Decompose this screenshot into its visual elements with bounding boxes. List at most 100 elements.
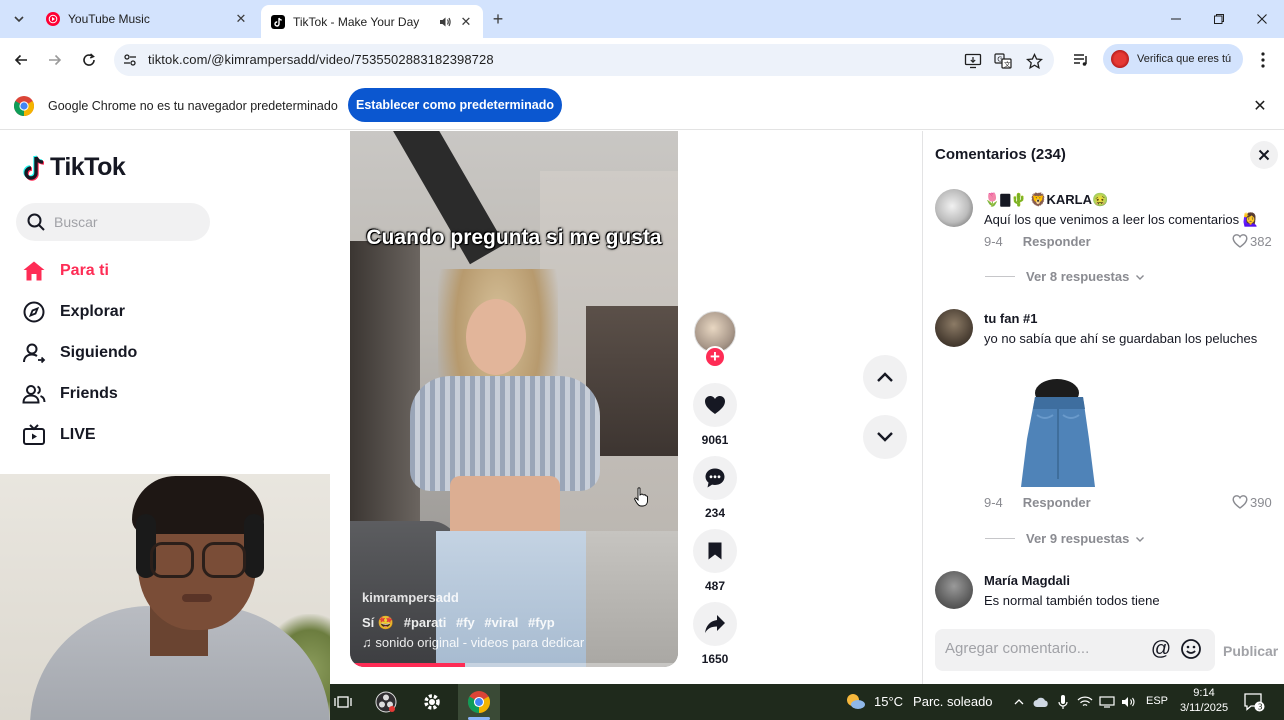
speaker-icon[interactable]: [437, 14, 453, 30]
forward-button[interactable]: [42, 47, 68, 73]
nav-label: Explorar: [60, 303, 125, 320]
minimize-icon: [1171, 18, 1181, 20]
hashtag-link[interactable]: #fyp: [528, 615, 555, 630]
comment-like-button[interactable]: 382: [1232, 233, 1272, 249]
reply-button[interactable]: Responder: [1023, 234, 1091, 249]
emoji-icon[interactable]: [1180, 638, 1202, 660]
tab-close-button[interactable]: ✕: [232, 10, 250, 28]
video-person-face: [466, 299, 526, 375]
hashtag-link[interactable]: #viral: [484, 615, 518, 630]
reply-button[interactable]: Responder: [1023, 495, 1091, 510]
bookmark-star-icon[interactable]: [1024, 51, 1044, 71]
tab-close-button[interactable]: ✕: [457, 13, 475, 31]
hashtag-link[interactable]: #parati: [404, 615, 447, 630]
chevron-up-icon[interactable]: [1008, 693, 1030, 711]
nav-item-friends[interactable]: Friends: [22, 379, 118, 409]
system-clock[interactable]: 9:14 3/11/2025: [1178, 686, 1230, 716]
obs-app-icon[interactable]: [373, 689, 399, 715]
reload-button[interactable]: [76, 47, 102, 73]
cloud-icon[interactable]: [1030, 693, 1052, 711]
weather-widget[interactable]: 15°C Parc. soleado: [844, 692, 993, 710]
bookmark-icon: [708, 542, 722, 560]
commenter-name[interactable]: 🌷🀫🌵 🦁KARLA🤢: [984, 192, 1108, 208]
description-text: Sí 🤩: [362, 615, 395, 630]
language-indicator[interactable]: ESP: [1146, 695, 1168, 707]
video-description: Sí 🤩 #parati #fy #viral #fyp: [362, 615, 555, 631]
commenter-name[interactable]: María Magdali: [984, 573, 1070, 588]
system-tray: [1008, 693, 1140, 711]
view-replies-button[interactable]: Ver 9 respuestas: [985, 531, 1145, 546]
tab-search-button[interactable]: [8, 8, 30, 30]
search-box[interactable]: [16, 203, 210, 241]
network-icon[interactable]: [1074, 693, 1096, 711]
notification-center-button[interactable]: 3: [1242, 691, 1266, 713]
nav-item-explorar[interactable]: Explorar: [22, 297, 125, 327]
tiktok-logo[interactable]: TikTok: [22, 153, 126, 182]
chrome-menu-button[interactable]: [1252, 49, 1274, 71]
arrow-right-icon: [49, 54, 62, 66]
follow-button[interactable]: +: [704, 346, 726, 368]
youtube-music-icon: [46, 12, 60, 26]
task-view-icon[interactable]: [330, 689, 356, 715]
comments-panel: Comentarios (234) 🌷🀫🌵 🦁KARLA🤢 Aquí los q…: [922, 131, 1284, 684]
view-replies-button[interactable]: Ver 8 respuestas: [985, 269, 1145, 284]
comment-meta: 9-4 Responder: [984, 234, 1091, 249]
minimize-button[interactable]: [1154, 0, 1198, 38]
tiktok-note-icon: [23, 154, 45, 181]
nav-item-para-ti[interactable]: Para ti: [22, 256, 109, 286]
video-sound-link[interactable]: ♫ sonido original - videos para dedicar: [362, 635, 584, 650]
settings-gear-icon[interactable]: [419, 689, 445, 715]
volume-icon[interactable]: [1118, 693, 1140, 711]
svg-text:文: 文: [1004, 60, 1011, 69]
video-caption-overlay: Cuando pregunta si me gusta: [366, 226, 662, 249]
commenter-avatar[interactable]: [935, 309, 973, 347]
search-icon: [27, 213, 45, 231]
comment-input-box[interactable]: @: [935, 629, 1215, 671]
tab-youtube-music[interactable]: YouTube Music ✕: [36, 0, 258, 38]
translate-icon[interactable]: G文: [993, 51, 1013, 71]
address-bar[interactable]: tiktok.com/@kimrampersadd/video/75355028…: [114, 44, 1054, 76]
back-button[interactable]: [8, 47, 34, 73]
post-comment-button[interactable]: Publicar: [1223, 643, 1278, 659]
commenter-name[interactable]: tu fan #1: [984, 311, 1037, 326]
display-icon[interactable]: [1096, 693, 1118, 711]
commenter-avatar[interactable]: [935, 189, 973, 227]
media-controls-icon[interactable]: [1070, 49, 1092, 71]
tab-tiktok[interactable]: TikTok - Make Your Day ✕: [261, 5, 483, 38]
previous-video-button[interactable]: [863, 355, 907, 399]
infobar-close-button[interactable]: ✕: [1250, 96, 1270, 116]
comment-like-button[interactable]: 390: [1232, 494, 1272, 510]
commenter-avatar[interactable]: [935, 571, 973, 609]
next-video-button[interactable]: [863, 415, 907, 459]
restore-button[interactable]: [1197, 0, 1241, 38]
close-window-button[interactable]: [1240, 0, 1284, 38]
comments-title: Comentarios (234): [935, 146, 1066, 163]
comment-date: 9-4: [984, 495, 1003, 510]
mention-icon[interactable]: @: [1150, 638, 1172, 660]
chrome-taskbar-icon[interactable]: [466, 689, 492, 715]
microphone-icon[interactable]: [1052, 693, 1074, 711]
video-player[interactable]: Cuando pregunta si me gusta kimrampersad…: [350, 131, 678, 667]
set-default-button[interactable]: Establecer como predeterminado: [348, 88, 562, 122]
arrow-left-icon: [14, 54, 27, 66]
chevron-up-icon: [877, 372, 893, 382]
like-button[interactable]: [693, 383, 737, 427]
video-author[interactable]: kimrampersadd: [362, 590, 459, 605]
nav-item-siguiendo[interactable]: Siguiendo: [22, 338, 137, 368]
comment-button[interactable]: [693, 456, 737, 500]
tab-label: YouTube Music: [68, 12, 150, 26]
comment-input[interactable]: [945, 640, 1145, 657]
save-button[interactable]: [693, 529, 737, 573]
chevron-down-icon: [1136, 536, 1145, 542]
new-tab-button[interactable]: +: [487, 8, 509, 30]
share-button[interactable]: [693, 602, 737, 646]
search-input[interactable]: [54, 214, 194, 230]
video-progress-bar[interactable]: [350, 663, 678, 667]
install-app-icon[interactable]: [963, 51, 983, 71]
hashtag-link[interactable]: #fy: [456, 615, 475, 630]
tiktok-icon: [271, 14, 285, 29]
close-comments-button[interactable]: [1250, 141, 1278, 169]
nav-item-live[interactable]: LIVE: [22, 420, 96, 450]
profile-button[interactable]: Verifica que eres tú: [1103, 44, 1243, 74]
profile-label: Verifica que eres tú: [1137, 53, 1232, 65]
